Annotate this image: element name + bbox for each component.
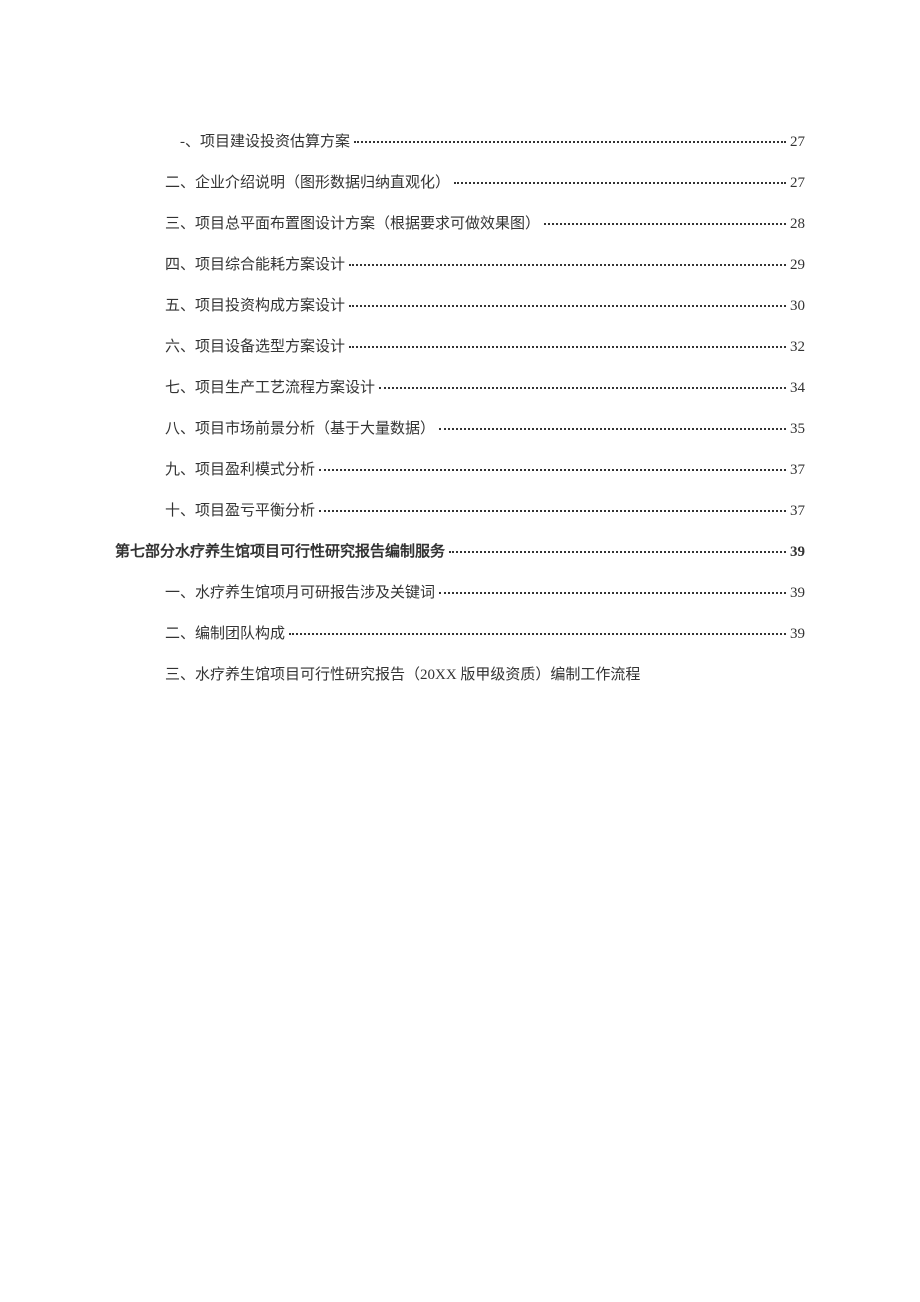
toc-entry: 第七部分水疗养生馆项目可行性研究报告编制服务 39 (115, 540, 805, 561)
toc-entry-text: 三、水疗养生馆项目可行性研究报告（20XX 版甲级资质）编制工作流程 (165, 663, 640, 684)
toc-entry-text: -、项目建设投资估算方案 (180, 130, 350, 151)
toc-leader-dots (454, 182, 786, 184)
toc-leader-dots (289, 633, 786, 635)
toc-entry-page: 27 (790, 175, 805, 192)
toc-entry-text: 四、项目综合能耗方案设计 (165, 253, 345, 274)
toc-entry-text: 九、项目盈利模式分析 (165, 458, 315, 479)
toc-leader-dots (439, 428, 786, 430)
toc-leader-dots (349, 264, 786, 266)
toc-leader-dots (349, 305, 786, 307)
toc-entry-text: 六、项目设备选型方案设计 (165, 335, 345, 356)
toc-entry: 一、水疗养生馆项月可研报告涉及关键词 39 (115, 581, 805, 602)
toc-entry-text: 十、项目盈亏平衡分析 (165, 499, 315, 520)
toc-entry: 三、项目总平面布置图设计方案（根据要求可做效果图） 28 (115, 212, 805, 233)
toc-leader-dots (319, 510, 786, 512)
toc-entry-page: 32 (790, 339, 805, 356)
toc-entry-page: 39 (790, 544, 805, 561)
toc-entry-page: 39 (790, 626, 805, 643)
toc-entry-text: 二、编制团队构成 (165, 622, 285, 643)
toc-entry: 二、编制团队构成 39 (115, 622, 805, 643)
toc-leader-dots (349, 346, 786, 348)
toc-entry-page: 28 (790, 216, 805, 233)
toc-entry-text: 八、项目市场前景分析（基于大量数据） (165, 417, 435, 438)
toc-entry-page: 34 (790, 380, 805, 397)
toc-leader-dots (439, 592, 786, 594)
toc-entry: -、项目建设投资估算方案 27 (115, 130, 805, 151)
toc-entry: 五、项目投资构成方案设计 30 (115, 294, 805, 315)
toc-entry: 三、水疗养生馆项目可行性研究报告（20XX 版甲级资质）编制工作流程 (115, 663, 805, 684)
toc-entry-text: 二、企业介绍说明（图形数据归纳直观化） (165, 171, 450, 192)
toc-entry: 四、项目综合能耗方案设计 29 (115, 253, 805, 274)
toc-entry: 十、项目盈亏平衡分析 37 (115, 499, 805, 520)
toc-entry-text: 五、项目投资构成方案设计 (165, 294, 345, 315)
toc-leader-dots (544, 223, 786, 225)
toc-entry-text: 七、项目生产工艺流程方案设计 (165, 376, 375, 397)
toc-entry: 七、项目生产工艺流程方案设计 34 (115, 376, 805, 397)
toc-entry-page: 39 (790, 585, 805, 602)
toc-leader-dots (319, 469, 786, 471)
toc-entry-page: 37 (790, 503, 805, 520)
toc-entry: 二、企业介绍说明（图形数据归纳直观化） 27 (115, 171, 805, 192)
toc-leader-dots (449, 551, 786, 553)
table-of-contents: -、项目建设投资估算方案 27 二、企业介绍说明（图形数据归纳直观化） 27 三、项目总… (115, 130, 805, 684)
toc-leader-dots (379, 387, 786, 389)
toc-entry-page: 27 (790, 134, 805, 151)
toc-entry: 八、项目市场前景分析（基于大量数据） 35 (115, 417, 805, 438)
toc-leader-dots (354, 141, 786, 143)
toc-entry-page: 30 (790, 298, 805, 315)
toc-entry-text: 一、水疗养生馆项月可研报告涉及关键词 (165, 581, 435, 602)
toc-entry-page: 37 (790, 462, 805, 479)
toc-entry-text: 三、项目总平面布置图设计方案（根据要求可做效果图） (165, 212, 540, 233)
toc-entry-text: 第七部分水疗养生馆项目可行性研究报告编制服务 (115, 540, 445, 561)
toc-entry: 六、项目设备选型方案设计 32 (115, 335, 805, 356)
toc-entry-page: 35 (790, 421, 805, 438)
toc-entry-page: 29 (790, 257, 805, 274)
toc-entry: 九、项目盈利模式分析 37 (115, 458, 805, 479)
